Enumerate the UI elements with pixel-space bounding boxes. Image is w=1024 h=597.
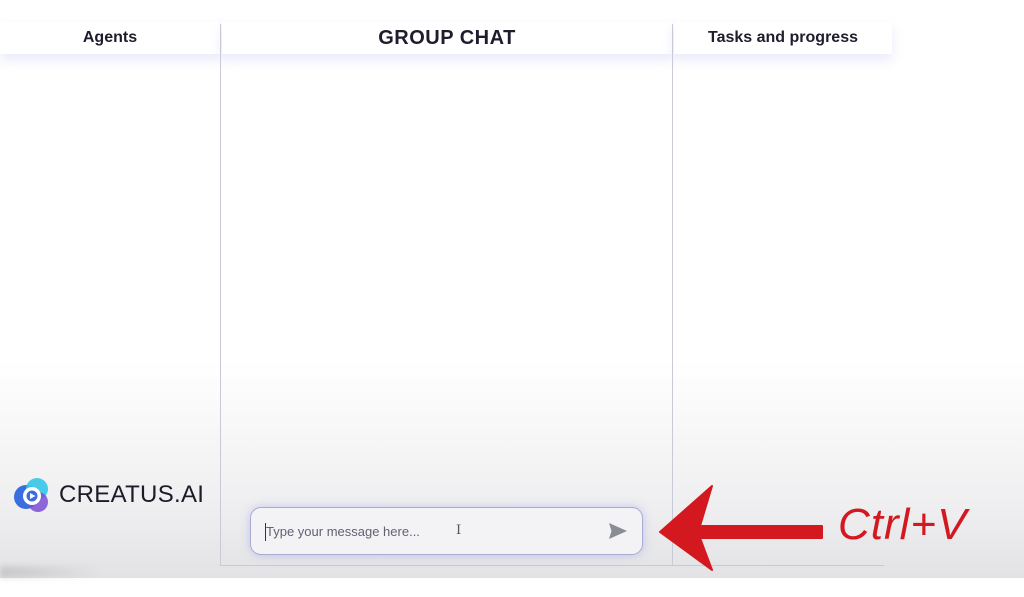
tasks-header: Tasks and progress (674, 22, 892, 54)
agents-title: Agents (82, 29, 138, 46)
tasks-title: Tasks and progress (708, 29, 858, 46)
send-button[interactable] (598, 508, 638, 554)
message-composer: I (250, 507, 643, 555)
ctrl-v-annotation: Ctrl+V (838, 500, 968, 549)
agents-panel-divider (220, 24, 221, 566)
background-strip (0, 578, 1024, 597)
send-icon (609, 523, 627, 539)
app-window: Agents GROUP CHAT Tasks and progress I C… (0, 0, 1024, 597)
logo-text: CREATUS.AI (59, 481, 205, 508)
creatus-logo: CREATUS.AI (11, 474, 204, 516)
background-smudge (0, 566, 100, 578)
message-input[interactable] (251, 508, 598, 554)
text-caret (265, 523, 266, 541)
ibeam-cursor-icon: I (456, 523, 462, 538)
left-arrow-icon (659, 485, 823, 571)
creatus-logo-icon (14, 478, 48, 512)
group-chat-title: GROUP CHAT (378, 26, 516, 49)
agents-header: Agents (0, 22, 220, 54)
group-chat-header: GROUP CHAT (222, 22, 672, 54)
